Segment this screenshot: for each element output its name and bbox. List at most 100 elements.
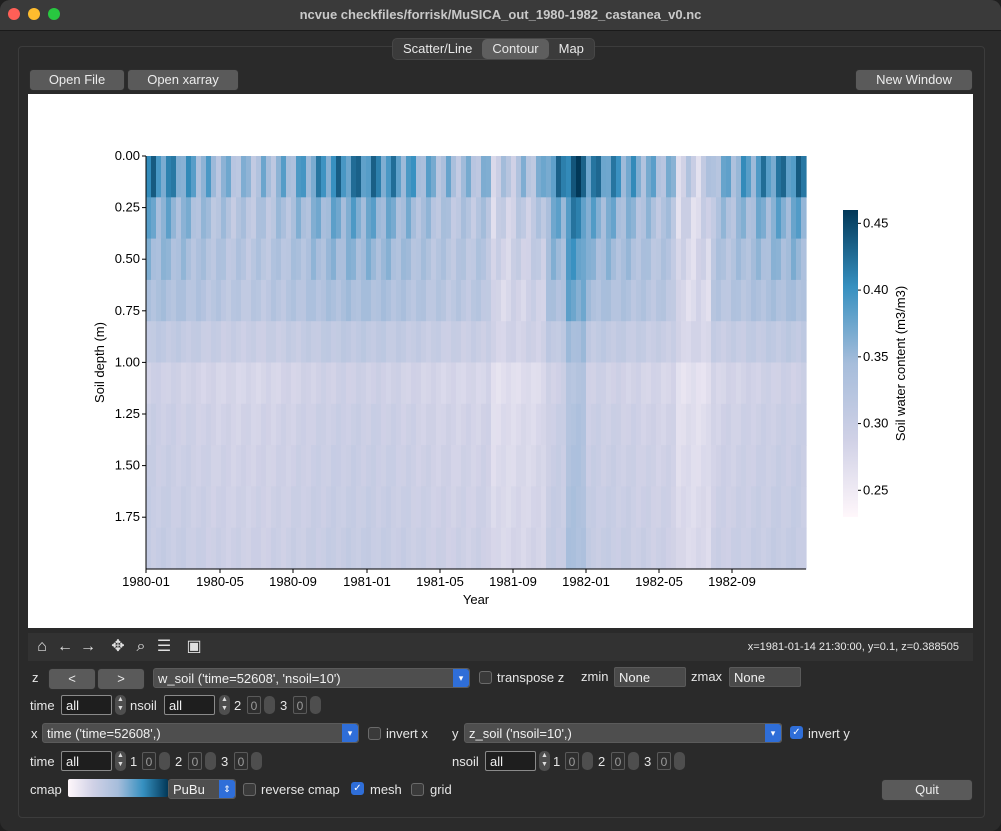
heatmap-cell (666, 362, 672, 405)
reverse-cmap-checkbox[interactable] (243, 783, 256, 796)
heatmap-cell (531, 403, 537, 446)
back-icon[interactable]: ← (55, 637, 75, 657)
heatmap-cell (361, 156, 367, 198)
heatmap-cell (746, 279, 752, 322)
next-button[interactable]: > (97, 668, 145, 690)
heatmap-cell (616, 197, 622, 240)
grid-checkbox[interactable] (411, 783, 424, 796)
heatmap-cell (446, 527, 452, 570)
heatmap-cell (741, 527, 747, 570)
mesh-checkbox[interactable]: ✓ (351, 782, 364, 795)
x-time-input[interactable]: all (61, 751, 112, 771)
heatmap-cell (776, 156, 782, 198)
forward-icon[interactable]: → (78, 637, 98, 657)
z-dim2-stepper[interactable] (264, 696, 275, 714)
x-dim1-input[interactable]: 0 (142, 752, 156, 770)
heatmap-cell (236, 445, 242, 487)
y-dim3-input[interactable]: 0 (657, 752, 671, 770)
heatmap-cell (211, 445, 217, 487)
invert-y-checkbox[interactable]: ✓ (790, 726, 803, 739)
zoom-rect-icon[interactable]: ⌕ (131, 637, 151, 657)
heatmap-cell (406, 156, 412, 198)
z-time-input[interactable]: all (61, 695, 112, 715)
transpose-z-checkbox[interactable] (479, 671, 492, 684)
zmax-input[interactable]: None (729, 667, 801, 687)
x-dim3-stepper[interactable] (251, 752, 262, 770)
z-dim3-stepper[interactable] (310, 696, 321, 714)
x-variable-select[interactable]: time ('time=52608',) ▾ (42, 723, 359, 743)
tab-contour[interactable]: Contour (482, 39, 549, 59)
heatmap-cell (226, 527, 232, 570)
configure-icon[interactable]: ☰ (154, 637, 174, 657)
heatmap-cell (426, 403, 432, 446)
heatmap-cell (476, 486, 482, 529)
heatmap-cell (271, 362, 277, 405)
save-icon[interactable]: ▣ (184, 637, 204, 657)
cmap-select[interactable]: PuBu ⇕ (168, 779, 236, 799)
y-dim1-stepper[interactable] (582, 752, 593, 770)
x-dim3-input[interactable]: 0 (234, 752, 248, 770)
open-file-button[interactable]: Open File (29, 69, 125, 91)
heatmap-cell (541, 279, 547, 322)
tab-map[interactable]: Map (549, 39, 594, 59)
heatmap-cell (511, 238, 517, 281)
heatmap-cell (496, 321, 502, 364)
plot-canvas[interactable]: 1980-01 1980-05 1980-09 1981-01 1981-05 1981-… (28, 94, 973, 628)
zmin-input[interactable]: None (614, 667, 686, 687)
home-icon[interactable]: ⌂ (32, 637, 52, 657)
y-dim3-stepper[interactable] (674, 752, 685, 770)
colorbar-tick-label: 0.40 (863, 282, 888, 297)
open-xarray-button[interactable]: Open xarray (127, 69, 239, 91)
tab-scatter-line[interactable]: Scatter/Line (393, 39, 482, 59)
y-nsoil-stepper[interactable]: ▲ ▼ (539, 751, 550, 771)
heatmap-cell (736, 403, 742, 446)
heatmap-cell (191, 403, 197, 446)
z-nsoil-input[interactable]: all (164, 695, 215, 715)
heatmap-cell (241, 445, 247, 487)
heatmap-cell (576, 403, 582, 446)
y-nsoil-input[interactable]: all (485, 751, 536, 771)
x-dim2-label: 2 (175, 754, 183, 769)
y-dim1-input[interactable]: 0 (565, 752, 579, 770)
heatmap-cell (316, 279, 322, 322)
z-time-stepper[interactable]: ▲ ▼ (115, 695, 126, 715)
heatmap-cell (281, 403, 287, 446)
heatmap-cell (461, 445, 467, 487)
x-variable-value: time ('time=52608',) (47, 726, 161, 741)
heatmap-cell (251, 321, 257, 364)
heatmap-cell (246, 156, 252, 198)
heatmap-cell (446, 362, 452, 405)
heatmap-cell (521, 445, 527, 487)
heatmap-cell (286, 486, 292, 529)
heatmap-cell (716, 445, 722, 487)
x-dim2-stepper[interactable] (205, 752, 216, 770)
y-dim2-input[interactable]: 0 (611, 752, 625, 770)
z-variable-select[interactable]: w_soil ('time=52608', 'nsoil=10') ▾ (153, 668, 470, 688)
heatmap-cell (456, 527, 462, 570)
heatmap-cell (671, 445, 677, 487)
y-dim2-stepper[interactable] (628, 752, 639, 770)
heatmap-cell (291, 527, 297, 570)
z-nsoil-stepper[interactable]: ▲ ▼ (219, 695, 230, 715)
invert-x-checkbox[interactable] (368, 727, 381, 740)
cmap-preview (68, 779, 168, 797)
heatmap-cell (531, 238, 537, 281)
x-dim1-stepper[interactable] (159, 752, 170, 770)
quit-button[interactable]: Quit (881, 779, 973, 801)
new-window-button[interactable]: New Window (855, 69, 973, 91)
z-dim2-input[interactable]: 0 (247, 696, 261, 714)
heatmap-cell (666, 156, 672, 198)
z-dim3-input[interactable]: 0 (293, 696, 307, 714)
heatmap-cell (156, 527, 162, 570)
heatmap-cell (636, 486, 642, 529)
heatmap-cell (146, 527, 152, 570)
y-variable-select[interactable]: z_soil ('nsoil=10',) ▾ (464, 723, 782, 743)
pan-icon[interactable]: ✥ (108, 637, 128, 657)
prev-button[interactable]: < (48, 668, 96, 690)
heatmap-cell (166, 279, 172, 322)
heatmap-cell (576, 321, 582, 364)
x-dim2-input[interactable]: 0 (188, 752, 202, 770)
x-time-stepper[interactable]: ▲ ▼ (115, 751, 126, 771)
heatmap-cell (201, 403, 207, 446)
heatmap-cell (741, 445, 747, 487)
